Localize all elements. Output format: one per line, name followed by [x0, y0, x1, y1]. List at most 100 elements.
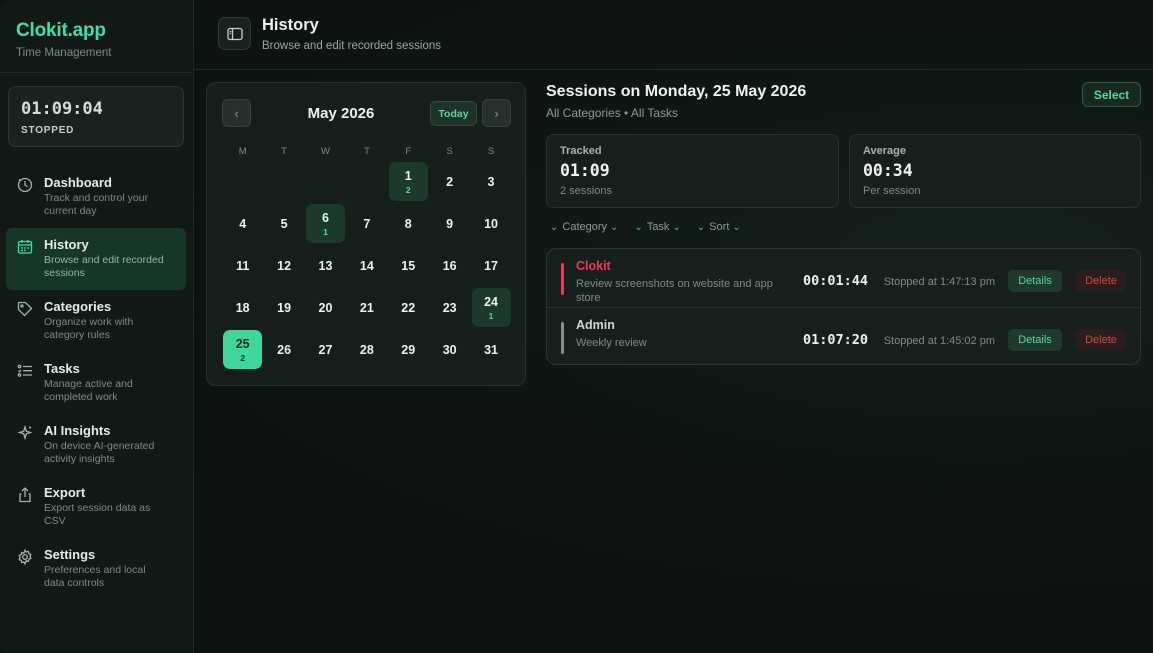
- calendar-week: 18 19 20 21 22 23 24 1: [222, 287, 512, 329]
- calendar-day[interactable]: 7: [347, 204, 386, 243]
- calendar-day-number: 15: [401, 258, 416, 273]
- calendar-day[interactable]: 4: [223, 204, 262, 243]
- session-row[interactable]: Clokit Review screenshots on website and…: [547, 249, 1140, 307]
- calendar-day[interactable]: 29: [389, 330, 428, 369]
- calendar-day[interactable]: 25 2: [223, 330, 263, 369]
- session-duration: 00:01:44: [802, 273, 868, 289]
- calendar-session-count: 1: [323, 226, 328, 237]
- sort-filter[interactable]: ⌄ Sort ⌄: [697, 221, 741, 233]
- sidebar-item-dashboard[interactable]: Dashboard Track and control your current…: [6, 166, 186, 228]
- category-filter[interactable]: ⌄ Category ⌄: [550, 221, 618, 233]
- session-stopped-at: Stopped at 1:45:02 pm: [883, 335, 995, 347]
- calendar-day[interactable]: 12: [265, 246, 304, 285]
- sidebar-item-export[interactable]: Export Export session data as CSV: [6, 476, 186, 538]
- calendar-day-number: 12: [277, 258, 292, 273]
- calendar-day[interactable]: 61: [305, 204, 345, 243]
- calendar-day[interactable]: 12: [388, 162, 428, 201]
- calendar-day-number: 6: [321, 210, 329, 225]
- calendar-day-number: 8: [404, 216, 412, 231]
- calendar-day-number: 29: [401, 342, 416, 357]
- calendar-day[interactable]: 9: [430, 204, 469, 243]
- calendar-day[interactable]: 22: [389, 288, 428, 327]
- calendar-day[interactable]: 14: [347, 246, 386, 285]
- tag-icon: [17, 301, 33, 317]
- weekday-label: S: [487, 146, 495, 157]
- sparkle-icon: [17, 424, 33, 441]
- calendar-day[interactable]: 28: [347, 330, 386, 369]
- calendar-day-number: 21: [359, 300, 374, 315]
- calendar-day[interactable]: 13: [306, 246, 345, 285]
- sidebar-toggle-button[interactable]: [218, 17, 251, 50]
- calendar-day[interactable]: 18: [223, 288, 262, 327]
- calendar-day[interactable]: 3: [472, 162, 511, 201]
- sidebar-item-categories[interactable]: Categories Organize work with category r…: [6, 290, 186, 352]
- calendar-day-number: 16: [442, 258, 457, 273]
- calendar-day[interactable]: 24 1: [471, 288, 511, 327]
- sidebar-item-title: Settings: [44, 547, 96, 562]
- calendar-day[interactable]: 27: [306, 330, 345, 369]
- calendar-day[interactable]: 5: [265, 204, 304, 243]
- calendar-day-number: 3: [487, 174, 495, 189]
- stat-note: 2 sessions: [560, 185, 612, 197]
- sidebar-item-desc: Organize work with category rules: [44, 316, 134, 341]
- delete-button[interactable]: Delete: [1076, 270, 1126, 292]
- calendar-day[interactable]: 23: [430, 288, 469, 327]
- sidebar-item-title: Tasks: [44, 361, 80, 376]
- timer-card[interactable]: 01:09:04 STOPPED: [8, 86, 184, 147]
- sidebar-item-tasks[interactable]: Tasks Manage active and completed work: [6, 352, 186, 414]
- calendar-day-number: 14: [359, 258, 374, 273]
- category-color-bar: [561, 322, 564, 354]
- session-duration: 01:07:20: [802, 332, 868, 348]
- calendar-day[interactable]: 17: [472, 246, 511, 285]
- details-button[interactable]: Details: [1008, 329, 1062, 351]
- calendar-day[interactable]: 10: [472, 204, 511, 243]
- calendar-day[interactable]: 15: [389, 246, 428, 285]
- sidebar-item-history[interactable]: History Browse and edit recorded session…: [6, 228, 186, 290]
- calendar-day[interactable]: 8: [389, 204, 428, 243]
- calendar-day-number: 28: [359, 342, 374, 357]
- calendar-day[interactable]: 11: [223, 246, 262, 285]
- task-filter[interactable]: ⌄ Task ⌄: [634, 221, 680, 233]
- calendar-day-number: 31: [484, 342, 498, 357]
- session-description: Weekly review: [576, 337, 647, 349]
- details-button[interactable]: Details: [1008, 270, 1062, 292]
- calendar-day-number: 30: [442, 342, 457, 357]
- filter-bar: ⌄ Category ⌄ ⌄ Task ⌄ ⌄ Sort ⌄: [550, 221, 741, 233]
- calendar-day-number: 7: [363, 216, 371, 231]
- sessions-subtitle: All Categories • All Tasks: [546, 106, 679, 120]
- calendar-day-number: 18: [235, 300, 250, 315]
- calendar-day[interactable]: 21: [347, 288, 386, 327]
- calendar-session-count: 2: [405, 184, 411, 195]
- brand-name: Clokit.app: [16, 20, 106, 41]
- calendar-day[interactable]: 26: [265, 330, 304, 369]
- next-month-button[interactable]: ›: [482, 99, 511, 127]
- calendar-day[interactable]: 31: [472, 330, 511, 369]
- session-row[interactable]: Admin Weekly review 01:07:20 Stopped at …: [547, 307, 1140, 364]
- gear-icon: [18, 548, 32, 566]
- weekday-label: W: [320, 146, 330, 157]
- sidebar-nav: Dashboard Track and control your current…: [6, 166, 186, 600]
- calendar-day[interactable]: 20: [306, 288, 345, 327]
- clock-icon: [17, 177, 33, 193]
- calendar-day-number: 5: [280, 216, 288, 231]
- select-button[interactable]: Select: [1082, 82, 1141, 107]
- chevron-down-icon: ⌄: [672, 221, 681, 233]
- calendar-day[interactable]: 19: [265, 288, 304, 327]
- page-title: History: [262, 16, 319, 34]
- category-color-bar: [561, 263, 564, 295]
- timer-value: 01:09:04: [21, 99, 103, 119]
- calendar-day[interactable]: 30: [430, 330, 469, 369]
- page-subtitle: Browse and edit recorded sessions: [262, 40, 441, 52]
- calendar-session-count: 1: [488, 310, 494, 321]
- today-button[interactable]: Today: [430, 101, 477, 126]
- chevron-down-icon: ⌄: [550, 221, 559, 233]
- delete-button[interactable]: Delete: [1076, 329, 1126, 351]
- calendar-day[interactable]: 2: [430, 162, 469, 201]
- sidebar-item-ai-insights[interactable]: AI Insights On device AI-generated activ…: [6, 414, 186, 476]
- sidebar-toggle-icon: [226, 27, 243, 40]
- chevron-right-icon: ›: [494, 105, 499, 121]
- sidebar-item-settings[interactable]: Settings Preferences and local data cont…: [6, 538, 186, 600]
- calendar-day[interactable]: 16: [430, 246, 469, 285]
- filter-label: Task: [646, 221, 670, 233]
- calendar-day-number: 24: [484, 294, 498, 309]
